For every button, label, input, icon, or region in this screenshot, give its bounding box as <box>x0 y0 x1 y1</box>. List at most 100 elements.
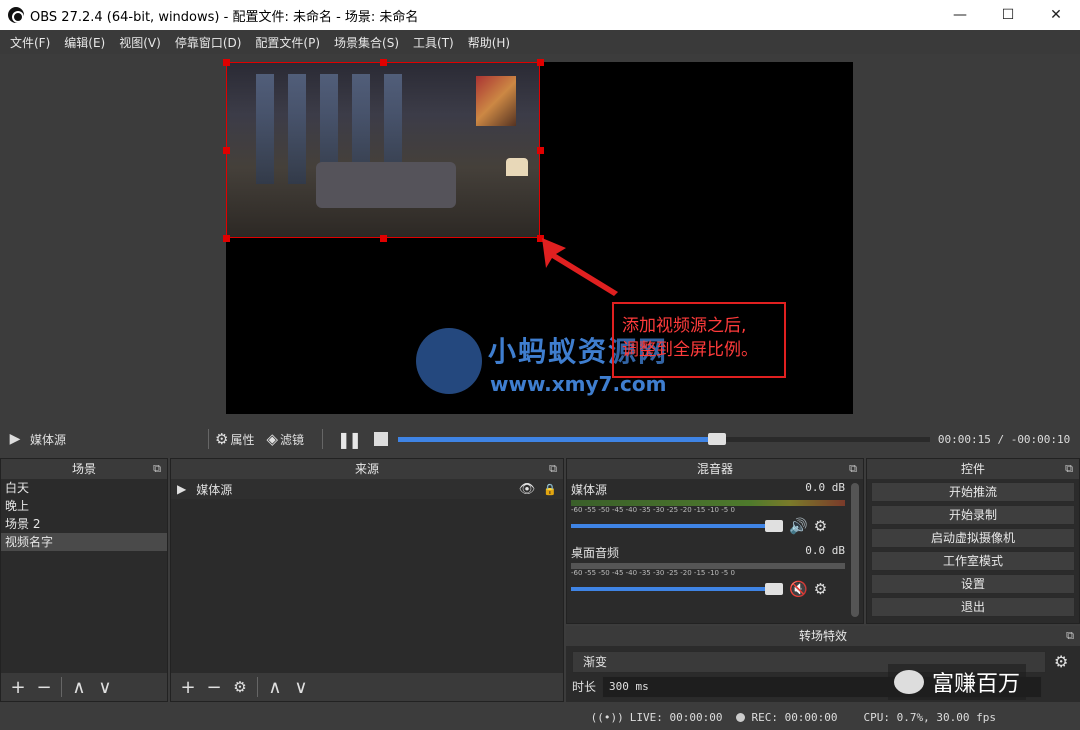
float-dock-icon[interactable]: ⧉ <box>849 459 857 479</box>
resize-handle[interactable] <box>537 59 544 66</box>
transitions-header: 转场特效 ⧉ <box>566 626 1080 646</box>
video-source-frame[interactable] <box>226 62 540 238</box>
mixer-dock: 混音器 ⧉ 媒体源 0.0 dB -60 -55 -50 -45 -40 -35… <box>566 458 864 624</box>
move-down-icon[interactable]: ∨ <box>288 677 314 698</box>
menu-help[interactable]: 帮助(H) <box>462 34 516 51</box>
sources-header: 来源 ⧉ <box>171 459 563 479</box>
add-source-button[interactable]: + <box>175 677 201 698</box>
filters-button[interactable]: ◈ 滤镜 <box>266 430 304 448</box>
divider <box>208 429 209 449</box>
menu-file[interactable]: 文件(F) <box>4 34 56 51</box>
gear-icon: ⚙ <box>215 430 229 448</box>
move-down-icon[interactable]: ∨ <box>92 677 118 698</box>
start-streaming-button[interactable]: 开始推流 <box>871 482 1075 502</box>
rec-time: REC: 00:00:00 <box>751 710 838 724</box>
float-dock-icon[interactable]: ⧉ <box>1066 626 1074 646</box>
channel-db: 0.0 dB <box>805 544 845 557</box>
volume-slider[interactable] <box>571 583 783 595</box>
start-recording-button[interactable]: 开始录制 <box>871 505 1075 525</box>
menu-scene-collection[interactable]: 场景集合(S) <box>328 34 405 51</box>
float-dock-icon[interactable]: ⧉ <box>153 459 161 479</box>
start-virtual-camera-button[interactable]: 启动虚拟摄像机 <box>871 528 1075 548</box>
remove-scene-button[interactable]: − <box>31 677 57 698</box>
visibility-eye-icon[interactable]: 👁 <box>519 482 536 497</box>
obs-logo-icon <box>8 7 24 23</box>
maximize-button[interactable]: ☐ <box>984 0 1032 30</box>
divider <box>322 429 324 449</box>
divider <box>61 677 62 697</box>
media-source-name: 媒体源 <box>30 432 67 447</box>
transitions-title: 转场特效 <box>798 629 847 643</box>
resize-handle[interactable] <box>223 59 230 66</box>
speaker-icon[interactable]: 🔊 <box>789 517 808 535</box>
channel-name: 桌面音频 <box>571 546 620 560</box>
scene-item-selected[interactable]: 视频名字 <box>1 533 167 551</box>
gear-icon[interactable]: ⚙ <box>814 580 827 598</box>
resize-handle[interactable] <box>537 147 544 154</box>
gear-icon[interactable]: ⚙ <box>814 517 827 535</box>
meter-ticks: -60 -55 -50 -45 -40 -35 -30 -25 -20 -15 … <box>571 569 735 577</box>
add-scene-button[interactable]: + <box>5 677 31 698</box>
speaker-muted-icon[interactable]: 🔇 <box>789 580 808 598</box>
minimize-button[interactable]: — <box>936 0 984 30</box>
settings-button[interactable]: 设置 <box>871 574 1075 594</box>
scene-item[interactable]: 场景 2 <box>1 515 167 533</box>
volume-slider[interactable] <box>571 520 783 532</box>
exit-button[interactable]: 退出 <box>871 597 1075 617</box>
wechat-watermark: 富赚百万 <box>888 664 1027 700</box>
stop-button[interactable] <box>373 432 388 446</box>
meter-ticks: -60 -55 -50 -45 -40 -35 -30 -25 -20 -15 … <box>571 506 735 514</box>
volume-knob[interactable] <box>765 520 783 532</box>
channel-db: 0.0 dB <box>805 481 845 494</box>
play-icon[interactable]: ▶ <box>0 431 30 447</box>
play-icon: ▶ <box>177 482 187 496</box>
window-graphic <box>288 74 306 184</box>
properties-label: 属性 <box>230 432 255 447</box>
mixer-header: 混音器 ⧉ <box>567 459 863 479</box>
watermark-logo <box>416 328 482 394</box>
close-button[interactable]: ✕ <box>1032 0 1080 30</box>
scene-item[interactable]: 白天 <box>1 479 167 497</box>
broadcast-icon: ((•)) <box>590 710 624 724</box>
pause-button[interactable]: ❚❚ <box>337 430 362 449</box>
studio-mode-button[interactable]: 工作室模式 <box>871 551 1075 571</box>
scenes-header: 场景 ⧉ <box>1 459 167 479</box>
divider <box>257 677 258 697</box>
resize-handle[interactable] <box>223 147 230 154</box>
scenes-title: 场景 <box>71 462 96 476</box>
move-up-icon[interactable]: ∧ <box>66 677 92 698</box>
seek-knob[interactable] <box>708 432 727 445</box>
filters-label: 滤镜 <box>280 432 305 447</box>
float-dock-icon[interactable]: ⧉ <box>549 459 557 479</box>
cpu-status: CPU: 0.7%, 30.00 fps <box>863 710 996 724</box>
volume-knob[interactable] <box>765 583 783 595</box>
channel-name: 媒体源 <box>571 483 608 497</box>
gear-icon[interactable]: ⚙ <box>1054 652 1068 671</box>
resize-handle[interactable] <box>380 235 387 242</box>
source-properties-gear-icon[interactable]: ⚙ <box>227 678 253 696</box>
media-time: 00:00:15 / -00:00:10 <box>937 432 1071 446</box>
scenes-dock: 场景 ⧉ 白天 晚上 场景 2 视频名字 + − ∧ ∨ <box>0 458 168 702</box>
mixer-scrollbar[interactable] <box>851 483 859 617</box>
menu-tools[interactable]: 工具(T) <box>407 34 460 51</box>
seek-fill <box>397 436 718 442</box>
menu-docks[interactable]: 停靠窗口(D) <box>169 34 248 51</box>
seek-slider[interactable] <box>397 432 930 445</box>
float-dock-icon[interactable]: ⧉ <box>1065 459 1073 479</box>
menu-edit[interactable]: 编辑(E) <box>58 34 111 51</box>
window-title: OBS 27.2.4 (64-bit, windows) - 配置文件: 未命名… <box>30 9 419 25</box>
sources-toolbar: + − ⚙ ∧ ∨ <box>171 673 563 701</box>
lock-icon[interactable]: 🔒 <box>543 483 557 496</box>
properties-button[interactable]: ⚙ 属性 <box>215 430 254 448</box>
source-row[interactable]: ▶ 媒体源 👁 🔒 <box>171 479 563 499</box>
resize-handle[interactable] <box>380 59 387 66</box>
move-up-icon[interactable]: ∧ <box>262 677 288 698</box>
menu-view[interactable]: 视图(V) <box>113 34 167 51</box>
controls-dock: 控件 ⧉ 开始推流 开始录制 启动虚拟摄像机 工作室模式 设置 退出 <box>866 458 1080 624</box>
wechat-icon <box>894 670 924 694</box>
rec-status: REC: 00:00:00 <box>736 710 838 724</box>
remove-source-button[interactable]: − <box>201 677 227 698</box>
scene-item[interactable]: 晚上 <box>1 497 167 515</box>
resize-handle[interactable] <box>223 235 230 242</box>
menu-profile[interactable]: 配置文件(P) <box>249 34 326 51</box>
